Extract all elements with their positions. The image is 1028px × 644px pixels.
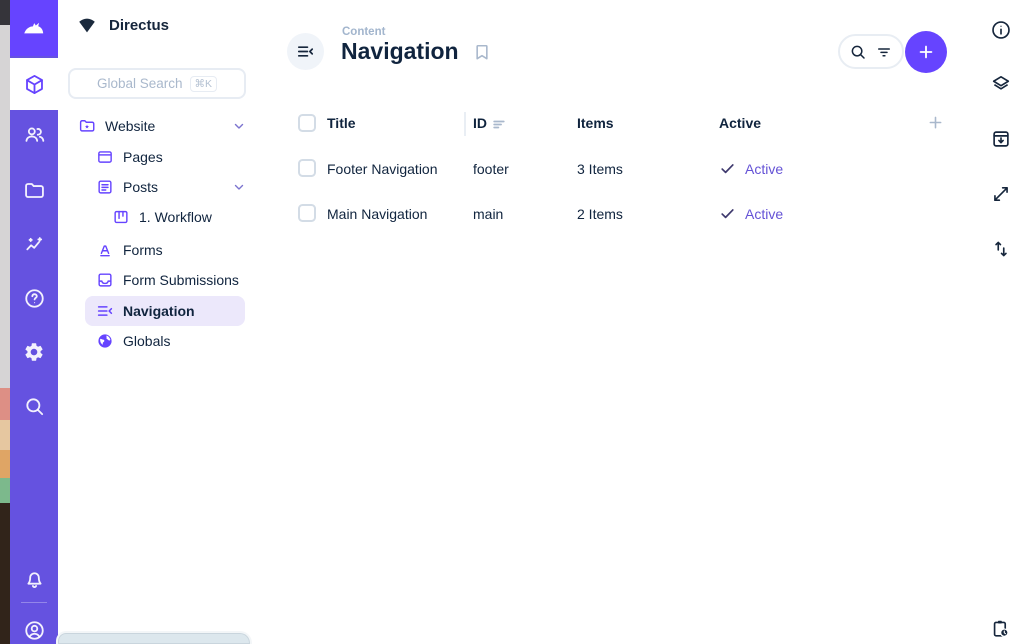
page-title: Navigation [341,38,459,65]
cell-active: Active [719,160,783,177]
cell-items: 3 Items [577,161,623,177]
row-checkbox[interactable] [298,204,316,222]
notifications-button[interactable] [10,554,58,602]
column-header-active[interactable]: Active [719,115,761,131]
magnifier-icon [23,395,46,418]
layers-icon[interactable] [990,73,1012,95]
bottom-overlay-popup [56,631,252,644]
sidebar-item-globals[interactable]: Globals [58,326,260,356]
bell-icon [23,567,46,590]
sidebar-item-forms[interactable]: Forms [58,235,260,265]
sidebar-item-label: Globals [123,333,170,349]
module-content[interactable] [10,58,58,110]
module-bar-divider [21,602,47,603]
module-user-directory[interactable] [10,110,58,158]
navigation-sidebar: Directus Global Search ⌘K Website Pages [58,0,260,644]
sidebar-item-label: Navigation [123,303,195,319]
cell-id: main [473,206,503,222]
sidebar-item-website[interactable]: Website [58,111,260,141]
text-a-icon [96,241,114,259]
project-header[interactable]: Directus [76,14,169,36]
globe-icon [96,332,114,350]
collapse-sidebar-button[interactable] [287,33,324,70]
sidebar-item-workflow[interactable]: 1. Workflow [58,202,260,232]
info-icon[interactable] [990,19,1012,41]
sidebar-item-label: 1. Workflow [139,209,212,225]
sidebar-item-label: Forms [123,242,163,258]
directus-rabbit-icon [21,15,47,41]
directus-logo-button[interactable] [10,0,58,56]
add-column-icon[interactable] [926,113,945,132]
global-search-placeholder: Global Search [97,76,183,91]
avatar-icon [23,619,46,642]
swap-vert-icon[interactable] [990,238,1012,260]
cube-icon [23,73,46,96]
sidebar-item-label: Posts [123,179,158,195]
gear-icon [23,341,45,363]
filter-icon[interactable] [875,43,893,61]
search-icon[interactable] [849,43,867,61]
module-settings[interactable] [10,328,58,376]
project-name: Directus [109,17,169,34]
account-button[interactable] [10,606,58,644]
chevron-down-icon[interactable] [232,172,246,202]
folder-icon [23,179,46,202]
sidebar-item-posts[interactable]: Posts [58,172,260,202]
row-checkbox[interactable] [298,159,316,177]
search-shortcut-badge: ⌘K [190,76,218,92]
menu-open-icon [296,42,315,61]
sidebar-item-label: Website [105,118,155,134]
column-header-id[interactable]: ID [473,115,487,131]
clipboard-clock-icon[interactable] [990,618,1012,640]
create-item-button[interactable] [905,31,947,73]
check-icon [719,205,736,222]
check-icon [719,160,736,177]
insights-icon [23,234,46,257]
sync-disabled-icon[interactable] [990,183,1012,205]
sidebar-item-pages[interactable]: Pages [58,142,260,172]
sidebar-item-label: Form Submissions [123,272,239,288]
select-all-checkbox[interactable] [298,114,316,132]
menu-open-icon [96,302,114,320]
search-filter-pill [838,34,904,69]
people-icon [23,123,46,146]
module-insights[interactable] [10,221,58,269]
kanban-icon [112,208,130,226]
module-documentation[interactable] [10,274,58,322]
module-search[interactable] [10,382,58,430]
column-header-items[interactable]: Items [577,115,614,131]
cell-title: Main Navigation [327,206,427,222]
directus-app-window: Directus Global Search ⌘K Website Pages [0,0,1028,644]
module-file-library[interactable] [10,166,58,214]
column-header-title[interactable]: Title [327,115,356,131]
sort-indicator-icon[interactable] [492,117,507,132]
sidebar-item-navigation[interactable]: Navigation [85,296,245,326]
window-icon [96,148,114,166]
cell-id: footer [473,161,509,177]
breadcrumb[interactable]: Content [342,26,385,38]
cell-title: Footer Navigation [327,161,438,177]
chevron-down-icon[interactable] [232,111,246,141]
column-divider [464,112,466,136]
cell-active: Active [719,205,783,222]
help-icon [23,287,46,310]
module-bar [10,0,58,644]
folder-star-icon [78,117,96,135]
bookmark-icon[interactable] [472,42,492,62]
background-window-sliver [0,0,10,644]
sidebar-item-form-submissions[interactable]: Form Submissions [58,265,260,295]
article-icon [96,178,114,196]
sidebar-item-label: Pages [123,149,163,165]
active-status-label: Active [745,206,783,222]
global-search-input[interactable]: Global Search ⌘K [68,68,246,99]
active-status-label: Active [745,161,783,177]
plus-icon [916,42,936,62]
import-box-icon[interactable] [990,128,1012,150]
inbox-icon [96,271,114,289]
cell-items: 2 Items [577,206,623,222]
project-logo-icon [76,14,98,36]
